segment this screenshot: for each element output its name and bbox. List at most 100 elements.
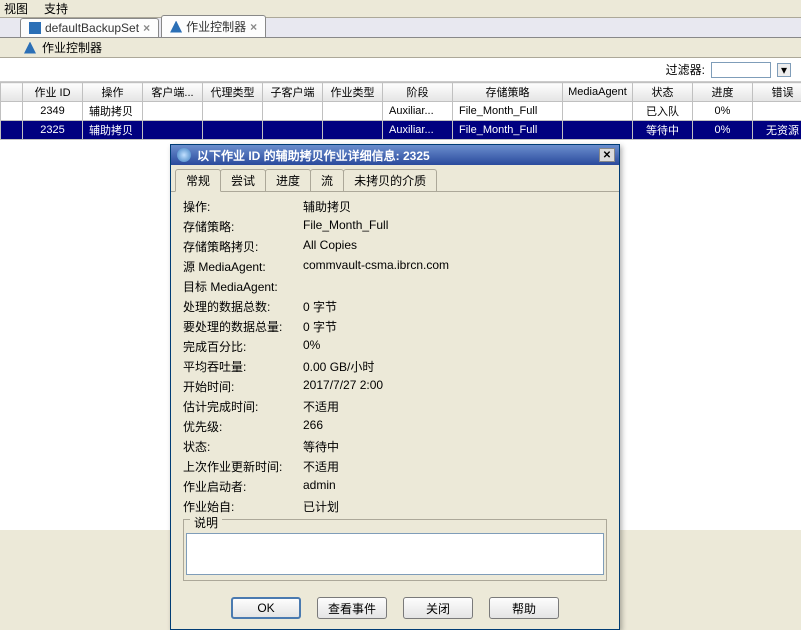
value-priority: 266 bbox=[303, 418, 607, 435]
cell: Auxiliar... bbox=[383, 102, 453, 121]
menu-view[interactable]: 视图 bbox=[4, 0, 28, 17]
tab-general[interactable]: 常规 bbox=[175, 169, 221, 192]
value-sp-copy: All Copies bbox=[303, 238, 607, 255]
tab-job-controller[interactable]: 作业控制器 × bbox=[161, 15, 266, 37]
panel-title-text: 作业控制器 bbox=[42, 39, 102, 56]
menu-support[interactable]: 支持 bbox=[44, 0, 68, 17]
cell: File_Month_Full bbox=[453, 102, 563, 121]
cell bbox=[203, 121, 263, 140]
col-errors[interactable]: 错误 bbox=[753, 83, 801, 102]
dialog-title-bar[interactable]: 以下作业 ID 的辅助拷贝作业详细信息: 2325 ✕ bbox=[171, 145, 619, 165]
cell bbox=[753, 102, 801, 121]
job-controller-icon bbox=[170, 21, 182, 33]
value-operation: 辅助拷贝 bbox=[303, 198, 607, 215]
ok-button[interactable]: OK bbox=[231, 597, 301, 619]
col-progress[interactable]: 进度 bbox=[693, 83, 753, 102]
cell: 0% bbox=[693, 121, 753, 140]
backupset-icon bbox=[29, 22, 41, 34]
label-dest-ma: 目标 MediaAgent: bbox=[183, 278, 303, 295]
cell-job-id: 2349 bbox=[23, 102, 83, 121]
label-start-time: 开始时间: bbox=[183, 378, 303, 395]
cell: 无资源 bbox=[753, 121, 801, 140]
value-last-update: 不适用 bbox=[303, 458, 607, 475]
label-source-ma: 源 MediaAgent: bbox=[183, 258, 303, 275]
cell bbox=[323, 102, 383, 121]
label-status: 状态: bbox=[183, 438, 303, 455]
dialog-button-bar: OK 查看事件 关闭 帮助 bbox=[171, 589, 619, 629]
close-icon[interactable]: × bbox=[143, 21, 150, 35]
cell: 0% bbox=[693, 102, 753, 121]
table-row[interactable]: 2325 辅助拷贝 Auxiliar... File_Month_Full 等待… bbox=[1, 121, 801, 140]
col-operation[interactable]: 操作 bbox=[83, 83, 143, 102]
jobs-table: 作业 ID 操作 客户端... 代理类型 子客户端 作业类型 阶段 存储策略 M… bbox=[0, 82, 801, 140]
cell: 已入队 bbox=[633, 102, 693, 121]
tab-progress[interactable]: 进度 bbox=[265, 169, 311, 191]
filter-input[interactable] bbox=[711, 62, 771, 78]
col-subclient[interactable]: 子客户端 bbox=[263, 83, 323, 102]
description-label: 说明 bbox=[190, 516, 222, 530]
value-status: 等待中 bbox=[303, 438, 607, 455]
col-job-type[interactable]: 作业类型 bbox=[323, 83, 383, 102]
filter-dropdown-icon[interactable]: ▾ bbox=[777, 63, 791, 77]
cell bbox=[563, 121, 633, 140]
label-processed: 处理的数据总数: bbox=[183, 298, 303, 315]
col-blank[interactable] bbox=[1, 83, 23, 102]
col-storage-policy[interactable]: 存储策略 bbox=[453, 83, 563, 102]
value-job-from: 已计划 bbox=[303, 498, 607, 515]
value-pct-complete: 0% bbox=[303, 338, 607, 355]
col-phase[interactable]: 阶段 bbox=[383, 83, 453, 102]
col-client[interactable]: 客户端... bbox=[143, 83, 203, 102]
help-button[interactable]: 帮助 bbox=[489, 597, 559, 619]
label-operation: 操作: bbox=[183, 198, 303, 215]
globe-icon bbox=[177, 148, 191, 162]
main-tabbar: defaultBackupSet × 作业控制器 × bbox=[0, 18, 801, 38]
description-group: 说明 bbox=[183, 519, 607, 581]
cell: Auxiliar... bbox=[383, 121, 453, 140]
tab-default-backup-set[interactable]: defaultBackupSet × bbox=[20, 18, 159, 37]
col-agent-type[interactable]: 代理类型 bbox=[203, 83, 263, 102]
label-priority: 优先级: bbox=[183, 418, 303, 435]
dialog-body: 操作:辅助拷贝 存储策略:File_Month_Full 存储策略拷贝:All … bbox=[171, 192, 619, 589]
cell bbox=[323, 121, 383, 140]
cell bbox=[143, 121, 203, 140]
label-started-by: 作业启动者: bbox=[183, 478, 303, 495]
cell bbox=[203, 102, 263, 121]
view-events-button[interactable]: 查看事件 bbox=[317, 597, 387, 619]
col-status[interactable]: 状态 bbox=[633, 83, 693, 102]
label-job-from: 作业始自: bbox=[183, 498, 303, 515]
dialog-tabs: 常规 尝试 进度 流 未拷贝的介质 bbox=[171, 165, 619, 192]
dialog-title: 以下作业 ID 的辅助拷贝作业详细信息: 2325 bbox=[197, 147, 430, 164]
col-job-id[interactable]: 作业 ID bbox=[23, 83, 83, 102]
close-button[interactable]: 关闭 bbox=[403, 597, 473, 619]
tab-stream[interactable]: 流 bbox=[310, 169, 344, 191]
value-dest-ma bbox=[303, 278, 607, 295]
cell: 等待中 bbox=[633, 121, 693, 140]
cell-op: 辅助拷贝 bbox=[83, 121, 143, 140]
job-detail-dialog: 以下作业 ID 的辅助拷贝作业详细信息: 2325 ✕ 常规 尝试 进度 流 未… bbox=[170, 144, 620, 630]
value-to-process: 0 字节 bbox=[303, 318, 607, 335]
job-controller-icon bbox=[24, 42, 36, 54]
cell-job-id: 2325 bbox=[23, 121, 83, 140]
label-sp-copy: 存储策略拷贝: bbox=[183, 238, 303, 255]
cell bbox=[263, 102, 323, 121]
value-throughput: 0.00 GB/小时 bbox=[303, 358, 607, 375]
description-textarea[interactable] bbox=[186, 533, 604, 575]
cell-op: 辅助拷贝 bbox=[83, 102, 143, 121]
table-row[interactable]: 2349 辅助拷贝 Auxiliar... File_Month_Full 已入… bbox=[1, 102, 801, 121]
filter-bar: 过滤器: ▾ bbox=[0, 58, 801, 82]
cell bbox=[143, 102, 203, 121]
close-icon[interactable]: ✕ bbox=[599, 148, 615, 162]
close-icon[interactable]: × bbox=[250, 20, 257, 34]
tab-retry[interactable]: 尝试 bbox=[220, 169, 266, 191]
value-etc: 不适用 bbox=[303, 398, 607, 415]
value-start-time: 2017/7/27 2:00 bbox=[303, 378, 607, 395]
value-source-ma: commvault-csma.ibrcn.com bbox=[303, 258, 607, 275]
table-header-row: 作业 ID 操作 客户端... 代理类型 子客户端 作业类型 阶段 存储策略 M… bbox=[1, 83, 801, 102]
tab-label: defaultBackupSet bbox=[45, 21, 139, 35]
tab-label: 作业控制器 bbox=[186, 18, 246, 35]
filter-label: 过滤器: bbox=[666, 61, 705, 78]
col-media-agent[interactable]: MediaAgent bbox=[563, 83, 633, 102]
cell: File_Month_Full bbox=[453, 121, 563, 140]
tab-uncopied-media[interactable]: 未拷贝的介质 bbox=[343, 169, 437, 191]
label-to-process: 要处理的数据总量: bbox=[183, 318, 303, 335]
